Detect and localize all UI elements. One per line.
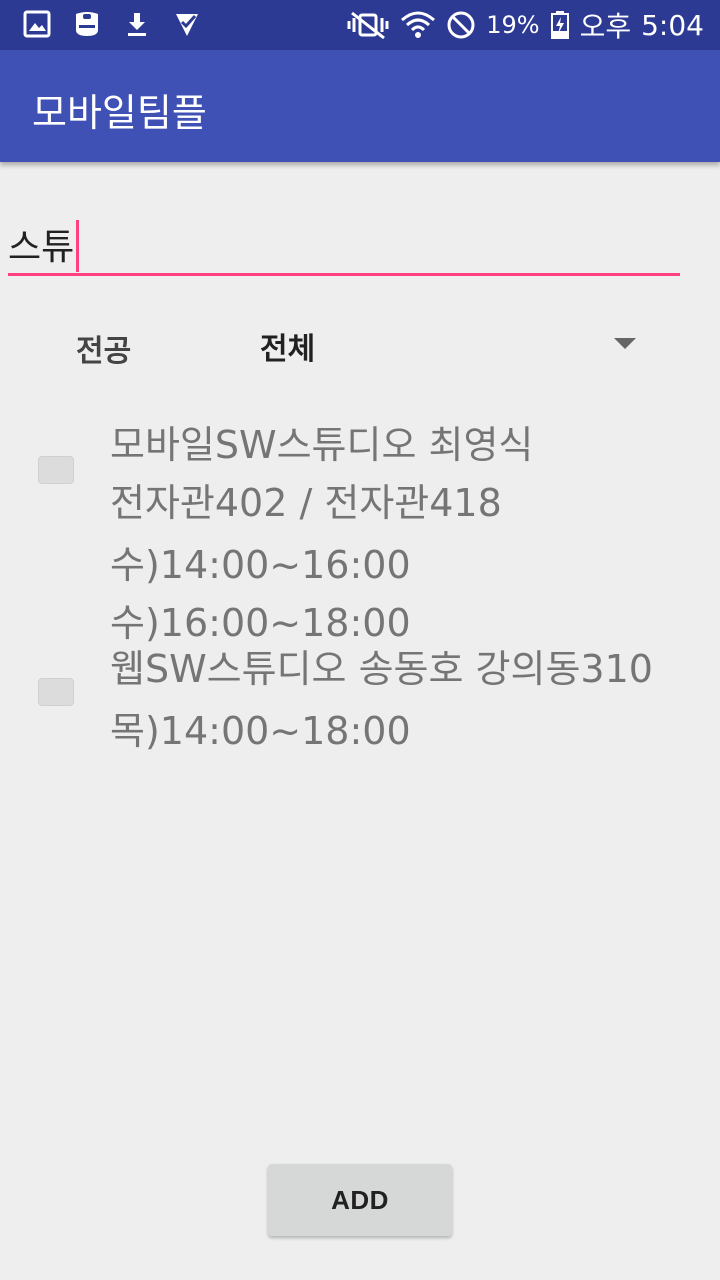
course-line: 전자관402 / 전자관418 xyxy=(110,481,502,525)
search-underline xyxy=(8,273,680,276)
galaxy-icon xyxy=(72,9,102,39)
course-line: 웹SW스튜디오 송동호 강의동310 xyxy=(110,647,653,691)
major-spinner[interactable]: 전체 xyxy=(250,310,650,380)
major-row: 전공 전체 xyxy=(0,310,720,380)
clock-time: 5:04 xyxy=(641,8,704,42)
course-item: 모바일SW스튜디오 최영식 전자관402 / 전자관418 수)14:00~16… xyxy=(0,416,720,648)
add-button-label: ADD xyxy=(331,1184,389,1215)
course-text: 모바일SW스튜디오 최영식 전자관402 / 전자관418 수)14:00~16… xyxy=(110,416,533,652)
course-checkbox[interactable] xyxy=(38,678,74,706)
dropdown-arrow-icon xyxy=(614,338,636,349)
major-label: 전공 xyxy=(76,334,132,369)
search-value: 스튜 xyxy=(8,227,75,268)
screen: 19% 오후 5:04 모바일팀플 스튜 전공 전체 모바일SW스튜디오 최영식… xyxy=(0,0,720,1280)
search-input[interactable]: 스튜 xyxy=(8,200,680,276)
app-title: 모바일팀플 xyxy=(32,91,207,135)
major-selected: 전체 xyxy=(260,332,316,367)
add-button[interactable]: ADD xyxy=(268,1164,452,1236)
clock-ampm: 오후 xyxy=(579,10,632,43)
download-icon xyxy=(122,9,152,39)
system-icons: 19% 오후 5:04 xyxy=(346,6,704,44)
search-input-text[interactable]: 스튜 xyxy=(8,218,80,272)
notification-icons xyxy=(22,9,202,39)
status-bar: 19% 오후 5:04 xyxy=(0,0,720,50)
course-line: 수)14:00~16:00 xyxy=(110,543,411,587)
battery-icon xyxy=(550,10,570,40)
course-item: 웹SW스튜디오 송동호 강의동310 목)14:00~18:00 xyxy=(0,640,720,760)
app-bar: 모바일팀플 xyxy=(0,50,720,162)
task-check-icon xyxy=(172,9,202,39)
course-checkbox[interactable] xyxy=(38,456,74,484)
gallery-icon xyxy=(22,9,52,39)
wifi-icon xyxy=(400,10,436,40)
course-line: 목)14:00~18:00 xyxy=(110,709,411,753)
course-line: 모바일SW스튜디오 최영식 xyxy=(110,423,534,467)
battery-percent: 19% xyxy=(486,11,540,39)
mute-vibrate-icon xyxy=(346,10,390,40)
text-cursor xyxy=(76,220,80,272)
no-disturb-icon xyxy=(446,10,476,40)
course-text: 웹SW스튜디오 송동호 강의동310 목)14:00~18:00 xyxy=(110,640,653,760)
